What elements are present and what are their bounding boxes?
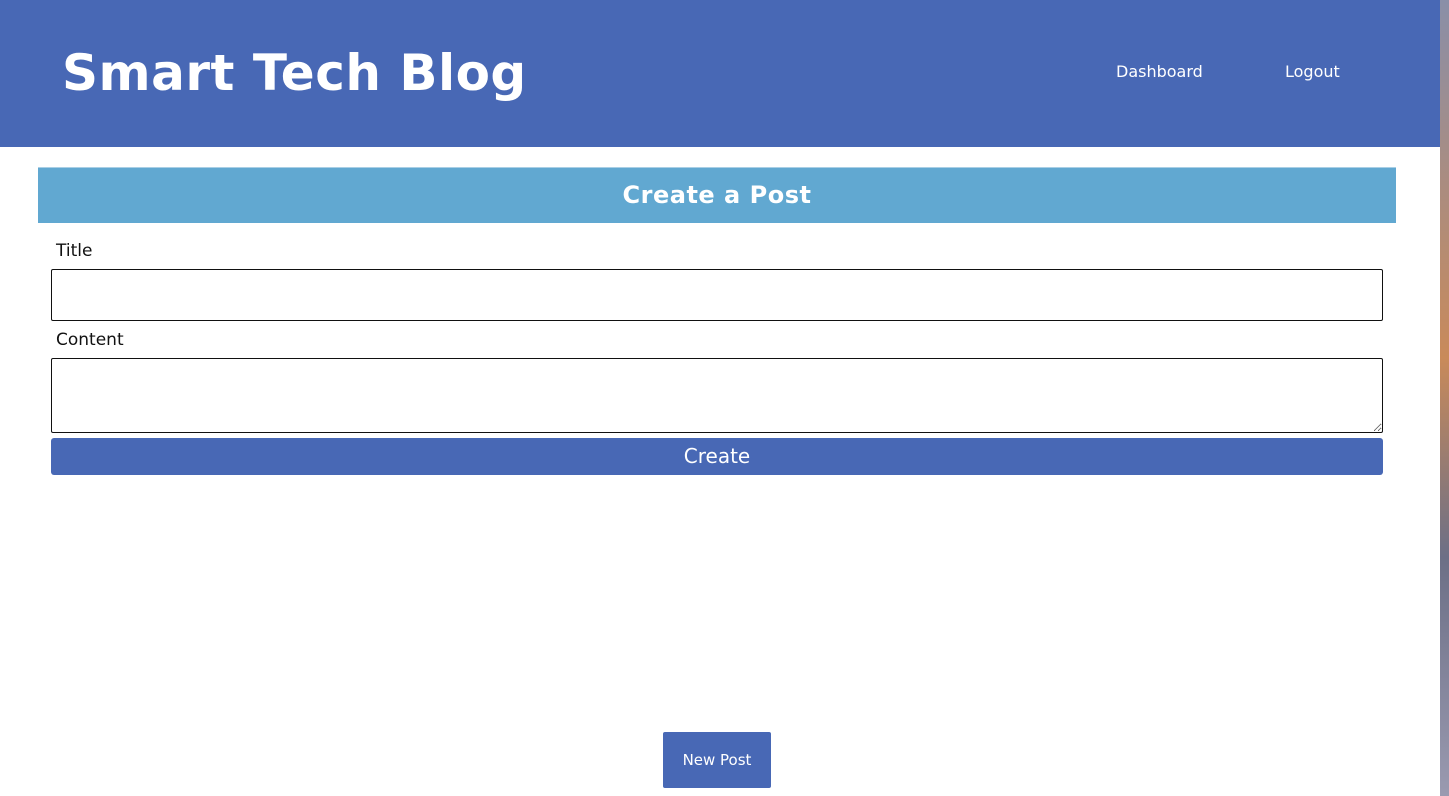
form-heading: Create a Post <box>38 167 1396 223</box>
site-header: Smart Tech Blog Dashboard Logout <box>0 0 1440 147</box>
title-input[interactable] <box>51 269 1383 321</box>
nav-dashboard-link[interactable]: Dashboard <box>1116 61 1203 83</box>
nav-logout-link[interactable]: Logout <box>1285 61 1340 83</box>
title-label: Title <box>56 241 93 261</box>
content-label: Content <box>56 330 124 350</box>
content-textarea[interactable] <box>51 358 1383 433</box>
new-post-button[interactable]: New Post <box>663 732 771 788</box>
create-button[interactable]: Create <box>51 438 1383 475</box>
site-title[interactable]: Smart Tech Blog <box>62 40 527 106</box>
page: Smart Tech Blog Dashboard Logout Create … <box>0 0 1440 796</box>
